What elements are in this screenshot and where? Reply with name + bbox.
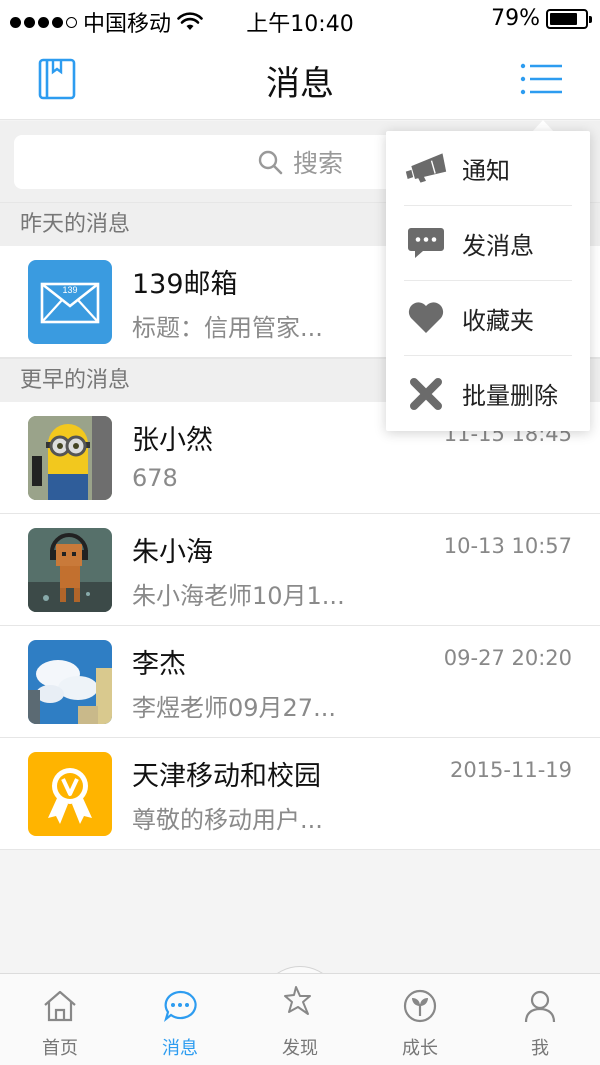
tab-home[interactable]: 首页 <box>0 974 120 1065</box>
tab-growth[interactable]: 成长 <box>360 974 480 1065</box>
menu-item-favorites[interactable]: 收藏夹 <box>404 281 572 356</box>
menu-item-send-message[interactable]: 发消息 <box>404 206 572 281</box>
page-title: 消息 <box>266 64 334 104</box>
sky-photo <box>28 640 112 724</box>
message-preview: 678 <box>132 464 178 492</box>
megaphone-icon <box>404 146 448 190</box>
message-time: 09-27 20:20 <box>443 646 572 670</box>
contact-avatar <box>28 416 112 500</box>
tab-label: 首页 <box>42 1038 78 1059</box>
sprout-icon <box>403 989 437 1023</box>
status-bar: 中国移动 上午10:40 79% <box>0 0 600 38</box>
minion-photo <box>28 416 112 500</box>
danbo-photo <box>28 528 112 612</box>
menu-label: 通知 <box>462 156 510 185</box>
contact-name: 朱小海 <box>132 537 213 568</box>
menu-list-icon[interactable] <box>520 62 564 96</box>
battery-fill <box>550 12 577 25</box>
tab-label: 我 <box>531 1038 549 1059</box>
list-item[interactable]: 朱小海 10-13 10:57 朱小海老师10月1... <box>0 514 600 626</box>
tab-label: 消息 <box>162 1038 198 1059</box>
search-icon <box>258 150 283 175</box>
list-item[interactable]: 李杰 09-27 20:20 李煜老师09月27... <box>0 626 600 738</box>
message-icon <box>163 990 197 1023</box>
tab-bar: 首页 消息 发现 成长 我 <box>0 973 600 1065</box>
menu-label: 批量删除 <box>462 382 558 410</box>
menu-label: 收藏夹 <box>462 306 534 335</box>
tab-discover[interactable]: 发现 <box>240 974 360 1065</box>
mail-envelope-icon: 139 <box>40 282 100 324</box>
search-placeholder: 搜索 <box>292 149 343 178</box>
contact-avatar <box>28 528 112 612</box>
nav-bar: 消息 <box>0 38 600 120</box>
message-preview: 标题：信用管家... <box>132 314 323 342</box>
x-icon <box>404 372 448 416</box>
list-item[interactable]: 天津移动和校园 2015-11-19 尊敬的移动用户... <box>0 738 600 850</box>
battery-percent: 79% <box>491 6 540 31</box>
menu-item-batch-delete[interactable]: 批量删除 <box>404 356 572 431</box>
battery-icon <box>546 8 592 29</box>
award-badge-icon <box>48 768 92 824</box>
tab-label: 发现 <box>282 1038 318 1059</box>
home-icon <box>44 990 76 1022</box>
contact-name: 李杰 <box>132 649 186 680</box>
message-preview: 朱小海老师10月1... <box>132 582 345 610</box>
contact-name: 张小然 <box>132 425 213 456</box>
contact-name: 天津移动和校园 <box>132 761 321 792</box>
chat-bubble-icon <box>404 221 448 265</box>
message-time: 2015-11-19 <box>449 758 572 782</box>
discover-icon <box>284 986 311 1015</box>
tab-me[interactable]: 我 <box>480 974 600 1065</box>
campus-avatar <box>28 752 112 836</box>
mail-icon-text: 139 <box>62 285 77 295</box>
message-preview: 李煜老师09月27... <box>132 694 336 722</box>
person-icon <box>524 990 556 1023</box>
tab-label: 成长 <box>402 1038 438 1059</box>
contact-name: 139邮箱 <box>132 269 238 300</box>
heart-icon <box>404 296 448 340</box>
dropdown-menu: 通知 发消息 收藏夹 批量删除 <box>386 131 590 431</box>
message-time: 10-13 10:57 <box>443 534 572 558</box>
mail-avatar: 139 <box>28 260 112 344</box>
status-right: 79% <box>491 6 592 31</box>
menu-label: 发消息 <box>462 231 534 260</box>
menu-item-notice[interactable]: 通知 <box>404 131 572 206</box>
contact-avatar <box>28 640 112 724</box>
tab-messages[interactable]: 消息 <box>120 974 240 1065</box>
message-preview: 尊敬的移动用户... <box>132 806 323 834</box>
